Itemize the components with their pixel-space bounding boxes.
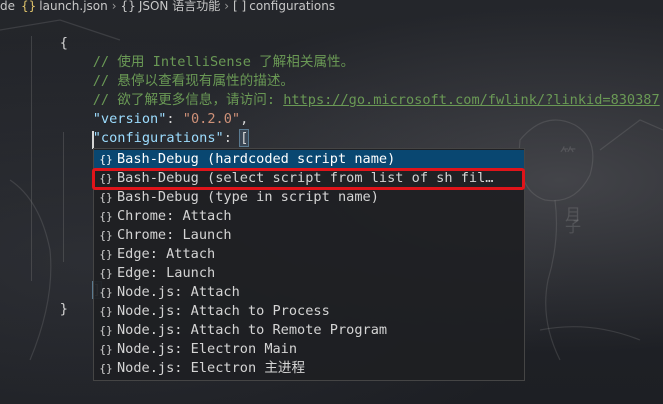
svg-text:⺮: ⺮ [560, 145, 576, 164]
suggestion-item[interactable]: {} Node.js: Electron 主进程 [94, 359, 524, 378]
snippet-icon: {} [99, 305, 113, 318]
snippet-icon: {} [99, 229, 113, 242]
snippet-icon: {} [99, 343, 113, 356]
breadcrumb-node[interactable]: configurations [249, 0, 335, 12]
suggestion-label: Chrome: Launch [117, 227, 232, 243]
snippet-icon: {} [99, 210, 113, 223]
open-bracket: [ [239, 129, 250, 147]
colon: : [223, 130, 241, 146]
code-line[interactable]: // 欲了解更多信息，请访问: https://go.microsoft.com… [60, 72, 660, 108]
editor-window: ⺮ 月 子 de{} launch.json ›{} JSON 语言功能 ›[ ] con… [0, 0, 663, 404]
snippet-icon: {} [99, 286, 113, 299]
indent-guide [31, 36, 32, 281]
snippet-icon: {} [99, 191, 113, 204]
suggestion-label: Edge: Launch [117, 265, 216, 281]
suggestion-item[interactable]: {} Bash-Debug (type in script name) [94, 188, 524, 207]
chevron-right-icon: › [111, 0, 117, 13]
snippet-icon: {} [99, 153, 113, 166]
snippet-icon: {} [99, 248, 113, 261]
configurations-key: "configurations" [92, 130, 224, 146]
snippet-icon: {} [99, 324, 113, 337]
text-cursor [92, 131, 94, 149]
suggestion-item[interactable]: {} Node.js: Electron Main [94, 340, 524, 359]
suggestion-item[interactable]: {} Edge: Attach [94, 245, 524, 264]
suggestion-item[interactable]: {} Node.js: Attach to Remote Program [94, 321, 524, 340]
suggestion-label: Bash-Debug (hardcoded script name) [117, 151, 396, 167]
snippet-icon: {} [99, 362, 113, 375]
breadcrumb-file[interactable]: launch.json [39, 0, 107, 12]
suggestion-label: Edge: Attach [117, 246, 216, 262]
suggestion-label: Node.js: Attach [117, 284, 240, 300]
json-file-icon: {} [21, 0, 37, 13]
code-line[interactable]: // 使用 IntelliSense 了解相关属性。 [60, 34, 354, 70]
suggestion-label: Chrome: Attach [117, 208, 232, 224]
code-line[interactable]: "configurations": [ [60, 110, 250, 147]
annotation-highlight-box [92, 168, 525, 190]
breadcrumb-prefix[interactable]: de [0, 0, 15, 12]
array-icon: [ ] [233, 0, 247, 13]
suggestion-label: Node.js: Electron 主进程 [117, 360, 306, 376]
suggestion-label: Node.js: Electron Main [117, 341, 298, 357]
svg-text:子: 子 [565, 217, 581, 236]
docs-link[interactable]: https://go.microsoft.com/fwlink/?linkid=… [283, 92, 659, 108]
snippet-icon: {} [99, 267, 113, 280]
suggestion-item[interactable]: {} Node.js: Attach to Process [94, 302, 524, 321]
code-line[interactable]: } [27, 281, 68, 317]
suggestion-item[interactable]: {} Chrome: Attach [94, 207, 524, 226]
suggestion-item[interactable]: {} Bash-Debug (hardcoded script name) [94, 150, 524, 169]
braces-icon: {} [120, 0, 136, 13]
suggestion-label: Node.js: Attach to Remote Program [117, 322, 388, 338]
code-line[interactable]: { [27, 15, 68, 51]
suggestion-item[interactable]: {} Node.js: Attach [94, 283, 524, 302]
suggestion-item[interactable]: {} Chrome: Launch [94, 226, 524, 245]
code-line[interactable]: // 悬停以查看现有属性的描述。 [60, 53, 294, 89]
breadcrumb: de{} launch.json ›{} JSON 语言功能 ›[ ] configura… [0, 0, 663, 14]
suggestion-item[interactable]: {} Edge: Launch [94, 264, 524, 283]
close-brace: } [59, 301, 68, 317]
code-line[interactable]: "version": "0.2.0", [60, 91, 249, 127]
breadcrumb-section[interactable]: JSON 语言功能 [139, 0, 220, 12]
suggestion-label: Bash-Debug (type in script name) [117, 189, 379, 205]
chevron-right-icon: › [224, 0, 230, 13]
suggestion-label: Node.js: Attach to Process [117, 303, 330, 319]
